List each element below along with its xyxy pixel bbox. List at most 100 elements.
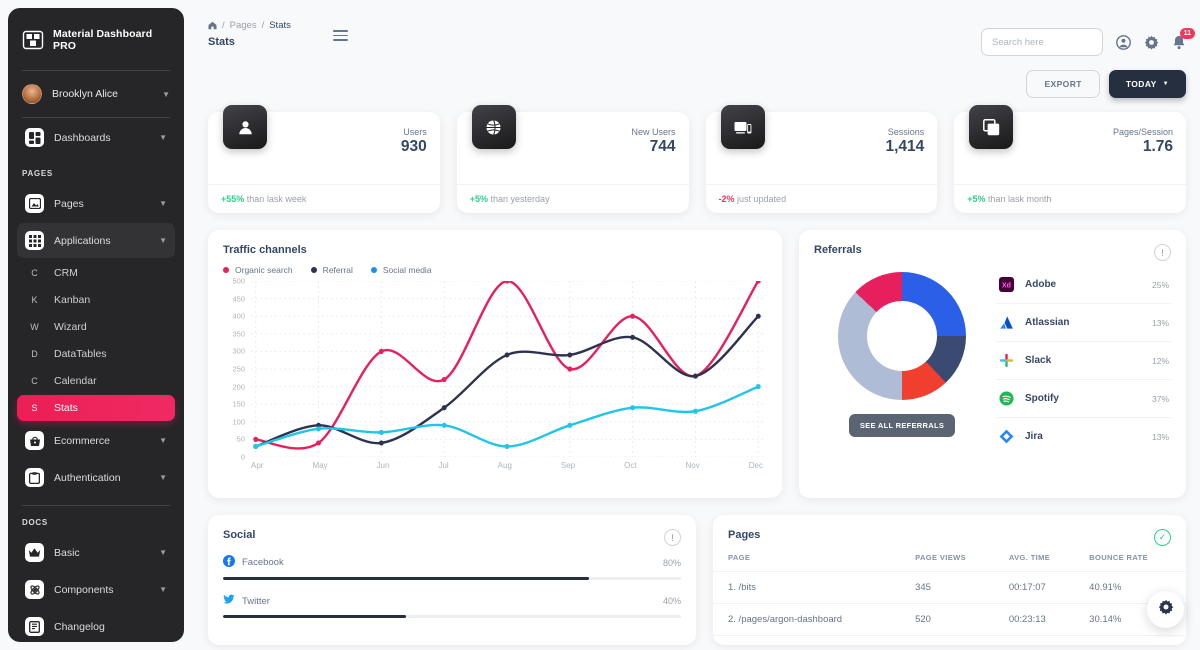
cell-avg-time: 00:17:07 <box>1000 571 1082 604</box>
see-all-referrals-button[interactable]: SEE ALL REFERRALS <box>848 414 956 437</box>
stat-card-top: Users 930 <box>208 105 440 156</box>
topbar-actions: 11 <box>981 20 1195 56</box>
sidebar-subitem-label: DataTables <box>54 348 107 360</box>
referral-name: Atlassian <box>1025 317 1070 328</box>
list-item[interactable]: Jira 13% <box>996 418 1171 455</box>
person-icon <box>223 105 267 149</box>
sidebar-item-label: Changelog <box>54 620 105 633</box>
sidebar-item-basic[interactable]: Basic ▼ <box>17 535 175 570</box>
sidebar-item-pages[interactable]: Pages ▼ <box>17 186 175 221</box>
stat-card-top: New Users 744 <box>457 105 689 156</box>
chart-data-point <box>630 405 636 411</box>
sidebar-item-components[interactable]: Components ▼ <box>17 572 175 607</box>
legend-label: Organic search <box>235 265 293 275</box>
column-header-bounce-rate: BOUNCE RATE <box>1089 553 1149 562</box>
export-button[interactable]: EXPORT <box>1026 70 1100 98</box>
sidebar-user-name: Brooklyn Alice <box>52 88 118 100</box>
pages-table: PAGE PAGE VIEWS AVG. TIME BOUNCE RATE 1.… <box>713 553 1186 645</box>
table-row[interactable]: 2. /pages/argon-dashboard 520 00:23:13 3… <box>713 603 1186 636</box>
sidebar-item-label: Authentication <box>54 471 121 484</box>
stat-card-delta-text: than lask month <box>988 194 1052 204</box>
crown-icon <box>25 543 44 562</box>
sidebar-item-label: Dashboards <box>54 131 111 144</box>
stat-card-label: Users <box>403 127 427 137</box>
stat-card-delta: +55% <box>221 194 245 204</box>
settings-fab-button[interactable] <box>1147 591 1184 628</box>
today-dropdown-button[interactable]: TODAY ▼ <box>1108 70 1186 98</box>
chart-data-point <box>504 443 510 450</box>
sidebar-brand[interactable]: Material Dashboard PRO <box>8 8 184 70</box>
info-icon[interactable]: ! <box>1154 244 1171 261</box>
chevron-down-icon: ▼ <box>159 133 167 142</box>
stat-card-new-users: New Users 744 +5% than yesterday <box>456 105 689 213</box>
search-input[interactable] <box>981 28 1103 56</box>
sidebar-item-dashboards[interactable]: Dashboards ▼ <box>17 120 175 155</box>
cell-page-views: 123 <box>907 635 1001 645</box>
check-icon[interactable]: ✓ <box>1154 529 1171 546</box>
social-name: Facebook <box>242 557 284 568</box>
image-icon <box>25 194 44 213</box>
row-bottom: Social ! Facebook 80% Twitter 40% Pages … <box>192 498 1200 645</box>
sidebar-item-authentication[interactable]: Authentication ▼ <box>17 460 175 495</box>
cell-page: 1. /bits <box>713 571 908 604</box>
sidebar-item-ecommerce[interactable]: Ecommerce ▼ <box>17 423 175 458</box>
sidebar-user[interactable]: Brooklyn Alice ▼ <box>8 71 184 117</box>
account-icon[interactable] <box>1116 34 1131 50</box>
legend-item-referral[interactable]: Referral <box>310 265 353 275</box>
breadcrumb-parent[interactable]: Pages <box>230 20 257 31</box>
sidebar-subitem-crm[interactable]: C CRM <box>17 260 175 286</box>
referral-percent: 37% <box>1151 393 1169 404</box>
slack-icon <box>998 352 1015 369</box>
notification-badge: 11 <box>1179 27 1195 39</box>
legend-item-organic[interactable]: Organic search <box>223 265 293 275</box>
stat-card-delta: +5% <box>469 194 489 204</box>
stat-card-text: Pages/Session 1.76 <box>1113 125 1173 156</box>
table-row[interactable]: 1. /bits 345 00:17:07 40.91% <box>713 571 1186 604</box>
progress-bar <box>223 577 681 580</box>
list-item[interactable]: Slack 12% <box>996 342 1171 380</box>
sidebar-subitem-calendar[interactable]: C Calendar <box>17 368 175 394</box>
traffic-chart: 0 50 100 150 200 250 300 350 400 450 500 Apr May Jun… <box>223 277 767 481</box>
devices-icon <box>720 105 765 149</box>
basket-icon <box>25 431 44 450</box>
chart-x-tick: Apr <box>251 461 264 470</box>
menu-toggle-icon[interactable] <box>332 30 348 41</box>
notifications-bell-icon[interactable]: 11 <box>1172 27 1195 50</box>
row-charts: Traffic channels Organic search Referral… <box>192 213 1200 498</box>
legend-item-social[interactable]: Social media <box>370 265 432 275</box>
table-row[interactable]: 3. /pages/soft-ui-dashboard 123 00:3:10 … <box>713 635 1186 645</box>
sidebar-item-label: Applications <box>54 234 111 247</box>
referrals-title: Referrals <box>814 244 862 256</box>
sidebar-item-changelog[interactable]: Changelog <box>17 609 175 642</box>
traffic-title: Traffic channels <box>223 244 307 256</box>
home-icon[interactable] <box>208 21 217 30</box>
chart-y-tick: 50 <box>236 434 245 444</box>
list-item[interactable]: Spotify 37% <box>996 380 1171 418</box>
chart-x-tick: Jul <box>438 461 449 470</box>
info-icon[interactable]: ! <box>664 529 681 546</box>
today-label: TODAY <box>1125 79 1157 89</box>
stat-card-value: 930 <box>400 138 427 155</box>
stat-card-value: 1.76 <box>1142 138 1173 155</box>
sidebar-item-applications[interactable]: Applications ▼ <box>17 223 175 258</box>
list-item[interactable]: Atlassian 13% <box>996 304 1171 342</box>
sidebar-subitem-kanban[interactable]: K Kanban <box>17 287 175 313</box>
sidebar-item-label: Pages <box>54 197 84 210</box>
referral-percent: 25% <box>1151 279 1169 290</box>
list-item[interactable]: Xd Adobe 25% <box>996 266 1171 304</box>
gear-icon[interactable] <box>1144 35 1159 50</box>
sidebar-subitem-wizard[interactable]: W Wizard <box>17 314 175 340</box>
column-header-page: PAGE <box>728 553 751 562</box>
sidebar-subitem-stats[interactable]: S Stats <box>17 395 175 421</box>
referrals-list: Xd Adobe 25% Atlassian 13% Slack 12% Spo… <box>990 266 1171 455</box>
sidebar-subitem-datatables[interactable]: D DataTables <box>17 341 175 367</box>
brand-label: Material Dashboard PRO <box>53 28 153 52</box>
stat-card-label: Pages/Session <box>1112 127 1173 137</box>
pages-title: Pages <box>728 529 761 541</box>
table-header-row: PAGE PAGE VIEWS AVG. TIME BOUNCE RATE <box>713 553 1186 572</box>
progress-bar <box>223 615 681 618</box>
chart-x-tick: Nov <box>685 461 700 470</box>
stat-card-delta: -2% <box>718 194 735 204</box>
globe-icon <box>471 105 516 149</box>
chevron-down-icon: ▼ <box>1162 81 1169 87</box>
